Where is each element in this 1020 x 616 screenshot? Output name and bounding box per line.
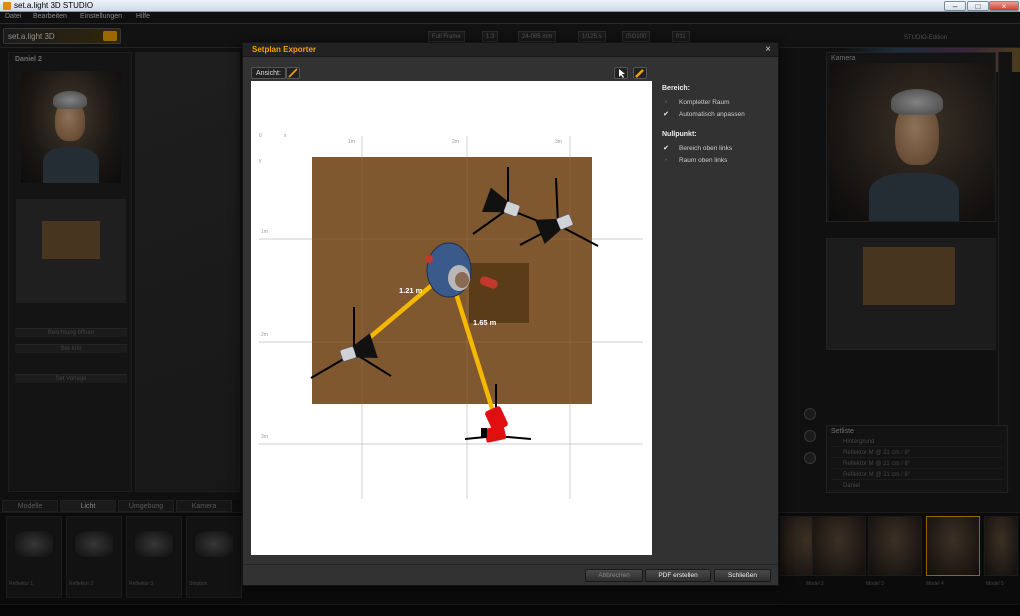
x-axis-label: x: [284, 133, 287, 139]
nullpunkt-heading: Nullpunkt:: [662, 131, 697, 138]
x-tick-label: 2m: [452, 139, 459, 145]
y-tick-label: 1m: [261, 229, 268, 235]
checkmark-icon[interactable]: ✔: [662, 111, 670, 119]
unchecked-icon[interactable]: •: [662, 99, 670, 107]
window-close-button[interactable]: ×: [989, 1, 1019, 11]
camera-on-tripod: [481, 406, 508, 443]
select-tool-button[interactable]: [614, 67, 628, 79]
dialog-toolbar: Ansicht:: [251, 66, 652, 81]
option-kompletter-raum[interactable]: Kompletter Raum: [679, 99, 730, 106]
y-axis-label: y: [259, 158, 262, 164]
cursor-arrow-icon: [619, 69, 625, 78]
menu-bar: Datei Bearbeiten Einstellungen Hilfe: [0, 12, 1020, 24]
minimize-button[interactable]: –: [944, 1, 966, 11]
y-tick-label: 2m: [261, 332, 268, 338]
x-tick-label: 1m: [348, 139, 355, 145]
dialog-close-icon[interactable]: ×: [765, 44, 771, 55]
bereich-heading: Bereich:: [662, 85, 691, 92]
menu-bearbeiten[interactable]: Bearbeiten: [33, 13, 67, 20]
menu-einstellungen[interactable]: Einstellungen: [80, 13, 122, 20]
maximize-button[interactable]: □: [967, 1, 989, 11]
setplan-preview[interactable]: 0 x y 1m 2m 3m 1m 2m 3m 1.21 m 1.65 m: [251, 81, 652, 555]
menu-hilfe[interactable]: Hilfe: [136, 13, 150, 20]
option-bereich-oben-links[interactable]: Bereich oben links: [679, 145, 732, 152]
distance-label: 1.65 m: [473, 318, 497, 327]
setplan-drawing: 0 x y 1m 2m 3m 1m 2m 3m 1.21 m 1.65 m: [259, 133, 643, 499]
dialog-footer: Abbrechen PDF erstellen Schließen: [243, 564, 778, 585]
cancel-button[interactable]: Abbrechen: [585, 569, 643, 582]
option-raum-oben-links[interactable]: Raum oben links: [679, 157, 727, 164]
dialog-titlebar: Setplan Exporter ×: [243, 43, 778, 57]
pen-tool-button[interactable]: [286, 67, 300, 79]
backdrop-mat: [469, 263, 529, 323]
option-automatisch-anpassen[interactable]: Automatisch anpassen: [679, 111, 745, 118]
checkmark-icon[interactable]: ✔: [662, 145, 670, 153]
menu-datei[interactable]: Datei: [5, 13, 21, 20]
setplan-exporter-dialog: Setplan Exporter × Ansicht: 0 x y 1m 2m …: [242, 42, 779, 586]
draw-tool-button[interactable]: [633, 67, 647, 79]
dialog-title: Setplan Exporter: [252, 45, 317, 54]
view-label: Ansicht:: [251, 67, 286, 79]
window-title: set.a.light 3D STUDIO: [14, 1, 94, 10]
pencil-icon: [288, 68, 298, 78]
unchecked-icon[interactable]: •: [662, 157, 670, 165]
y-tick-label: 3m: [261, 434, 268, 440]
create-pdf-button[interactable]: PDF erstellen: [645, 569, 711, 582]
distance-label: 1.21 m: [399, 286, 423, 295]
app-icon: [3, 2, 11, 10]
export-options: Bereich: • Kompletter Raum ✔ Automatisch…: [661, 81, 771, 231]
window-titlebar: set.a.light 3D STUDIO – □ ×: [0, 0, 1020, 12]
origin-x-label: 0: [259, 133, 262, 139]
marker-icon: [635, 69, 644, 78]
x-tick-label: 3m: [555, 139, 562, 145]
close-dialog-button[interactable]: Schließen: [714, 569, 771, 582]
